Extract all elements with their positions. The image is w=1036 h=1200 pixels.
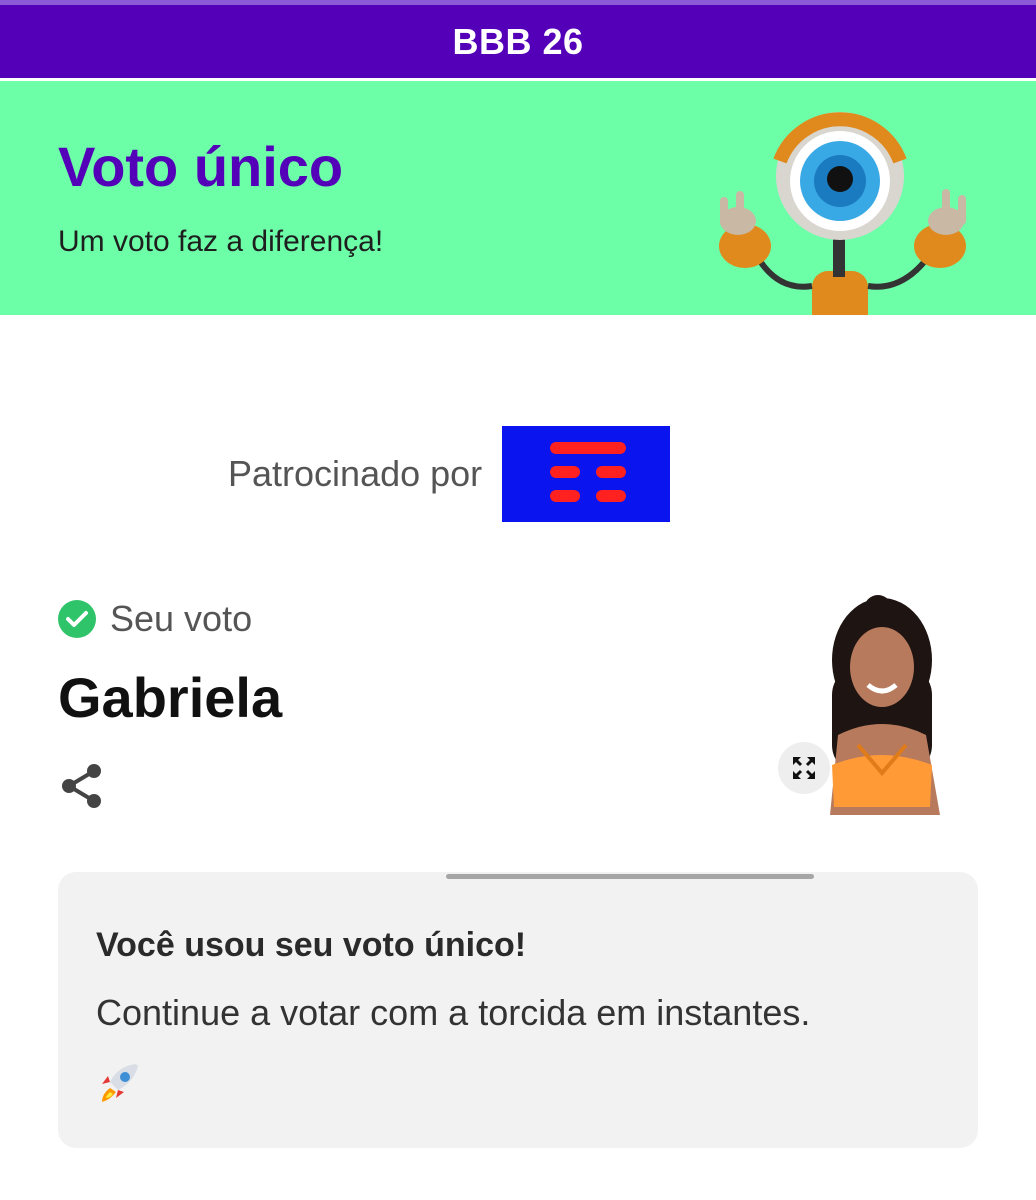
check-circle-icon bbox=[58, 600, 96, 638]
hero-title: Voto único bbox=[58, 135, 344, 198]
mascot-icon bbox=[719, 112, 966, 315]
hero-subtitle: Um voto faz a diferença! bbox=[58, 225, 384, 258]
voted-participant-name: Gabriela bbox=[58, 666, 283, 729]
sponsor-logo bbox=[502, 426, 671, 522]
share-icon[interactable] bbox=[60, 762, 104, 810]
card-handle bbox=[446, 874, 814, 879]
vote-confirmation-card: Você usou seu voto único! Continue a vot… bbox=[58, 872, 978, 1148]
top-bar: BBB 26 bbox=[0, 0, 1036, 78]
card-title: Você usou seu voto único! bbox=[96, 926, 527, 964]
vote-label: Seu voto bbox=[110, 598, 253, 639]
sponsor-logo-icon bbox=[550, 442, 627, 502]
card-text: Continue a votar com a torcida em instan… bbox=[96, 992, 811, 1033]
expand-icon bbox=[793, 757, 815, 779]
expand-photo-button[interactable] bbox=[778, 742, 830, 794]
sponsor-row: Patrocinado por bbox=[228, 426, 671, 522]
hero-banner: Voto único Um voto faz a diferença! bbox=[0, 81, 1036, 315]
rocket-icon bbox=[102, 1064, 138, 1102]
app-title: BBB 26 bbox=[452, 20, 584, 62]
sponsor-label: Patrocinado por bbox=[228, 453, 483, 494]
